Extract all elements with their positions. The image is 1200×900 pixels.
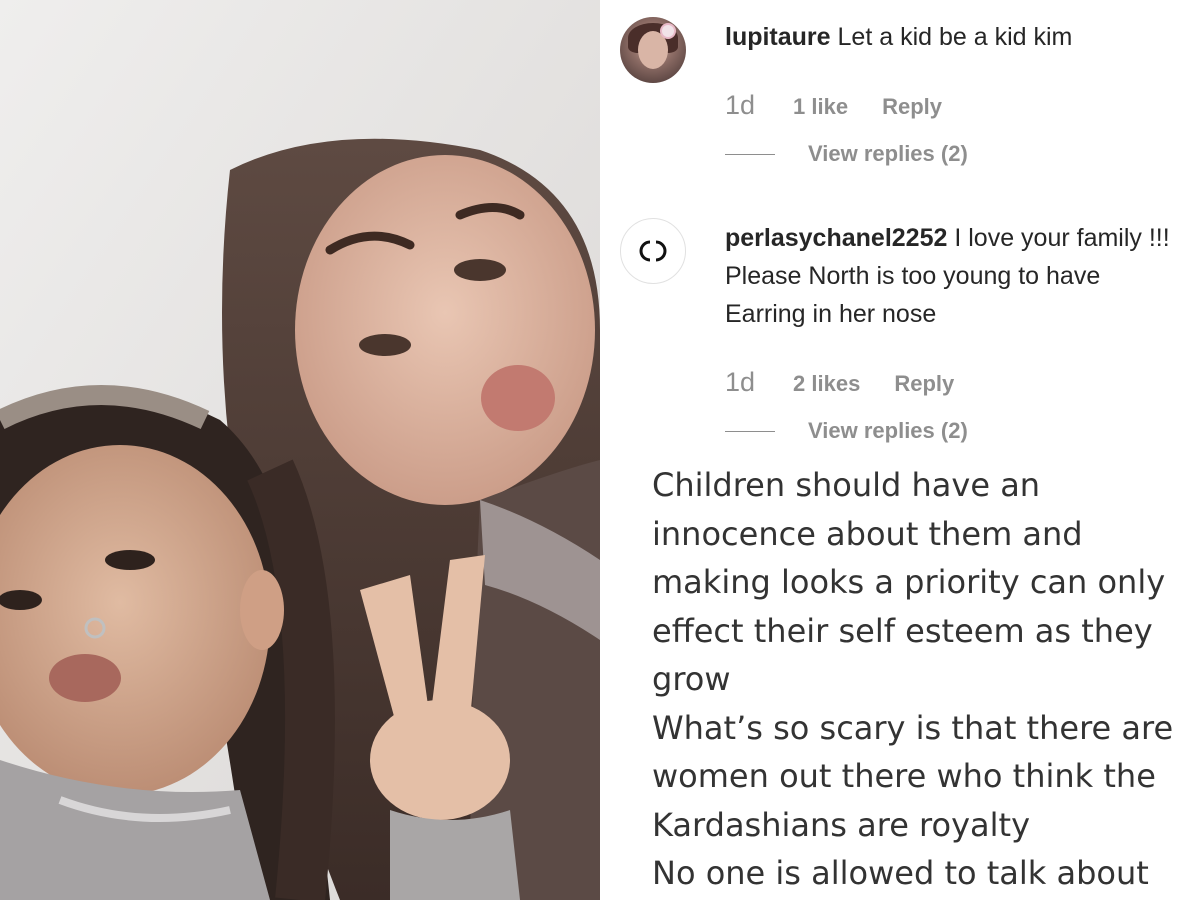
chanel-logo-icon: [639, 240, 667, 262]
extended-comment-paragraph-1: Children should have an innocence about …: [652, 466, 1166, 698]
comment-1-meta: 1d 1 like Reply: [725, 90, 942, 120]
extended-comment-paragraph-3: No one is allowed to talk about: [652, 854, 1149, 892]
flower-icon: [662, 25, 674, 37]
avatar-perlasychanel2252[interactable]: [620, 218, 686, 284]
comment-1-body: lupitaure Let a kid be a kid kim: [725, 18, 1185, 56]
comment-2-meta: 1d 2 likes Reply: [725, 367, 954, 397]
extended-comment-paragraph-2: What’s so scary is that there are women …: [652, 708, 1174, 844]
photo-illustration: [0, 0, 600, 900]
extended-comment: Children should have an innocence about …: [652, 461, 1192, 898]
comment-2-body: perlasychanel2252 I love your family !!!…: [725, 219, 1185, 333]
divider-line: [725, 430, 775, 432]
comment-1-reply-button[interactable]: Reply: [882, 94, 942, 120]
comment-1-text: Let a kid be a kid kim: [837, 23, 1073, 51]
comment-1-likes[interactable]: 1 like: [793, 94, 848, 120]
comment-1-view-replies[interactable]: View replies (2): [725, 139, 968, 169]
comment-2-view-replies[interactable]: View replies (2): [725, 416, 968, 446]
divider-line: [725, 153, 775, 155]
comment-2-view-replies-label: View replies (2): [808, 418, 968, 443]
comment-1-username[interactable]: lupitaure: [725, 23, 831, 51]
screenshot-page: lupitaure Let a kid be a kid kim 1d 1 li…: [0, 0, 1200, 900]
avatar-lupitaure[interactable]: [620, 17, 686, 83]
comment-2-time: 1d: [725, 367, 756, 397]
photo: [0, 0, 600, 900]
comments-panel: lupitaure Let a kid be a kid kim 1d 1 li…: [600, 0, 1200, 900]
comment-2-reply-button[interactable]: Reply: [894, 371, 954, 397]
comment-2-username[interactable]: perlasychanel2252: [725, 224, 947, 252]
comment-1-view-replies-label: View replies (2): [808, 141, 968, 166]
comment-2-likes[interactable]: 2 likes: [793, 371, 860, 397]
comment-1-time: 1d: [725, 90, 756, 120]
